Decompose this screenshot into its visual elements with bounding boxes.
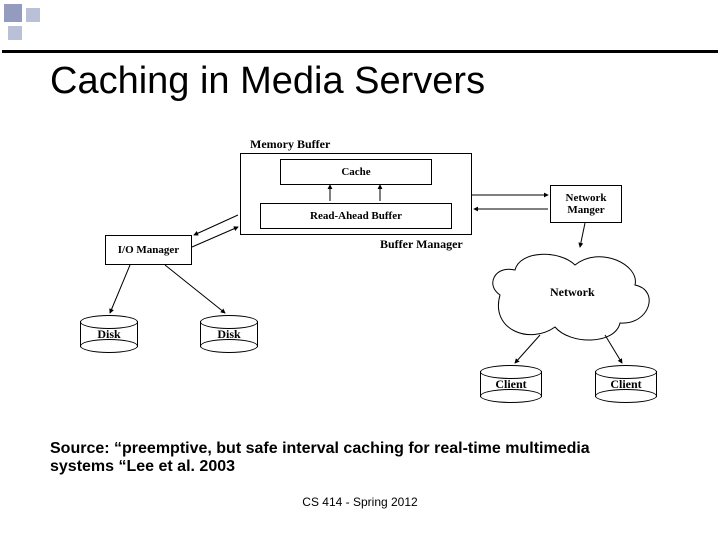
footer-text: CS 414 - Spring 2012 [0, 495, 720, 509]
network-label: Network [550, 285, 595, 300]
source-citation: Source: “preemptive, but safe interval c… [50, 440, 650, 476]
slide: Caching in Media Servers Memory Buffer C… [0, 0, 720, 540]
title-rule [2, 50, 718, 53]
client-label: Client [610, 377, 641, 392]
corner-decoration-icon [4, 4, 22, 22]
page-title: Caching in Media Servers [50, 60, 485, 103]
io-manager-box: I/O Manager [105, 235, 192, 265]
io-manager-label: I/O Manager [118, 244, 179, 256]
buffer-manager-label: Buffer Manager [380, 237, 463, 252]
disk-label: Disk [97, 327, 120, 342]
memory-buffer-label: Memory Buffer [250, 137, 330, 152]
client-icon: Client [595, 365, 657, 403]
architecture-diagram: Memory Buffer Cache Read-Ahead Buffer Bu… [50, 135, 670, 415]
disk-label: Disk [217, 327, 240, 342]
read-ahead-label: Read-Ahead Buffer [310, 210, 402, 222]
disk-icon: Disk [80, 315, 138, 353]
corner-decoration-icon [8, 26, 22, 40]
network-manager-box: Network Manger [550, 185, 622, 223]
client-icon: Client [480, 365, 542, 403]
disk-icon: Disk [200, 315, 258, 353]
client-label: Client [495, 377, 526, 392]
corner-decoration-icon [26, 8, 40, 22]
cache-box: Cache [280, 159, 432, 185]
network-manager-label: Network Manger [551, 192, 621, 216]
read-ahead-box: Read-Ahead Buffer [260, 203, 452, 229]
cache-label: Cache [341, 166, 370, 178]
